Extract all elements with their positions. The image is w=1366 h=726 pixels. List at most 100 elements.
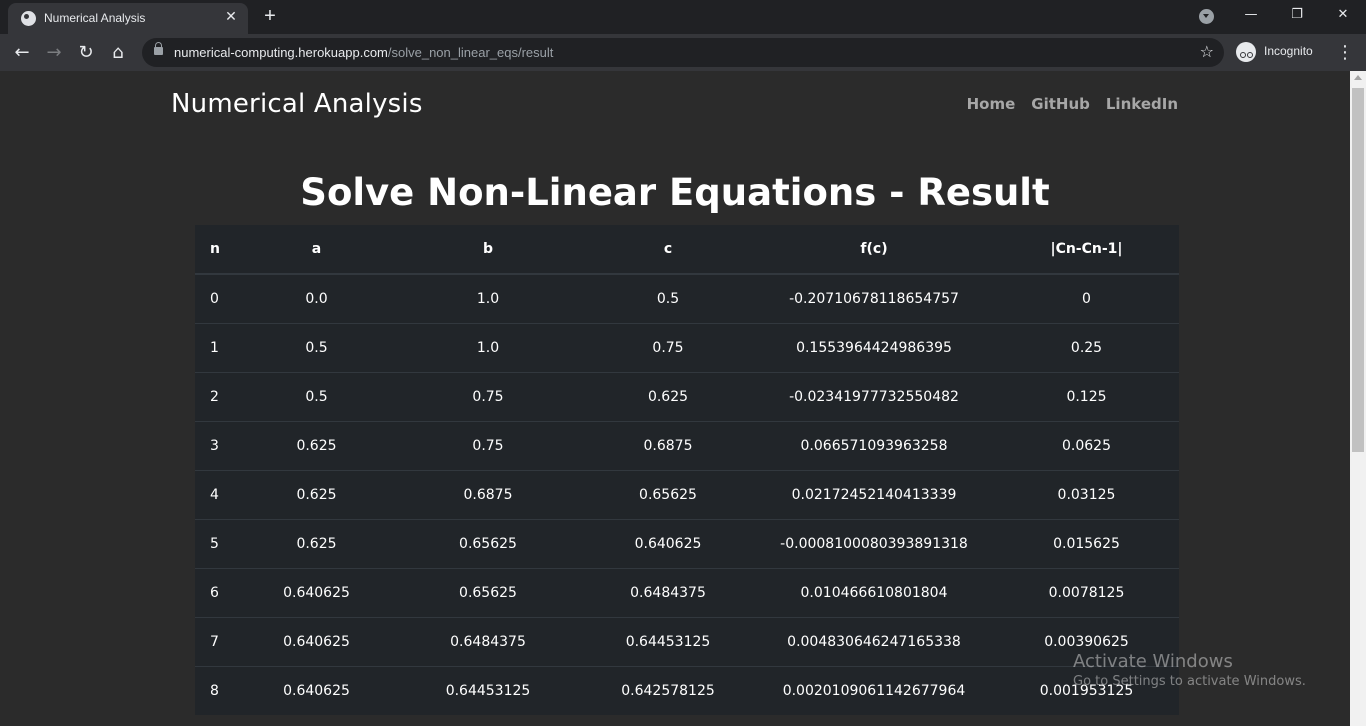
cell-fc: 0.02172452140413339 — [754, 469, 994, 519]
vertical-scrollbar[interactable] — [1350, 71, 1366, 726]
cell-diff: 0.0078125 — [994, 567, 1179, 617]
cell-c: 0.640625 — [582, 518, 754, 568]
cell-n: 6 — [195, 567, 239, 617]
nav-link-linkedin[interactable]: LinkedIn — [1106, 95, 1178, 113]
cell-n: 7 — [195, 616, 239, 666]
cell-diff: 0.125 — [994, 371, 1179, 421]
cell-c: 0.5 — [582, 273, 754, 323]
cell-b: 1.0 — [394, 273, 582, 323]
cell-b: 0.6875 — [394, 469, 582, 519]
cell-c: 0.75 — [582, 322, 754, 372]
cell-a: 0.625 — [239, 518, 394, 568]
cell-n: 3 — [195, 420, 239, 470]
watermark-subtitle: Go to Settings to activate Windows. — [1073, 674, 1306, 689]
browser-toolbar: ← → ↻ ⌂ numerical-computing.herokuapp.co… — [0, 34, 1366, 71]
site-nav: Home GitHub LinkedIn — [967, 95, 1178, 113]
home-button[interactable]: ⌂ — [105, 40, 131, 66]
cell-fc: 0.004830646247165338 — [754, 616, 994, 666]
cell-fc: 0.066571093963258 — [754, 420, 994, 470]
restore-button[interactable]: ❐ — [1274, 0, 1320, 30]
close-tab-icon[interactable]: ✕ — [222, 8, 240, 26]
cell-c: 0.642578125 — [582, 665, 754, 715]
table-row: 1 0.5 1.0 0.75 0.1553964424986395 0.25 — [195, 322, 1179, 372]
cell-c: 0.6484375 — [582, 567, 754, 617]
cell-b: 0.75 — [394, 371, 582, 421]
page-title: Solve Non-Linear Equations - Result — [300, 171, 1050, 214]
cell-n: 0 — [195, 273, 239, 323]
table-row: 5 0.625 0.65625 0.640625 -0.0008100080393891… — [195, 518, 1179, 568]
results-table-body: 0 0.0 1.0 0.5 -0.20710678118654757 0 1 0.5 1.0 0.… — [195, 273, 1179, 715]
globe-icon — [21, 11, 36, 26]
close-window-button[interactable]: ✕ — [1320, 0, 1366, 30]
nav-link-github[interactable]: GitHub — [1031, 95, 1090, 113]
browser-menu-icon[interactable]: ⋮ — [1333, 40, 1357, 66]
cell-fc: 0.010466610801804 — [754, 567, 994, 617]
browser-tab-bar: Numerical Analysis ✕ + — ❐ ✕ — [0, 0, 1366, 34]
scroll-up-arrow-icon[interactable] — [1354, 75, 1362, 80]
cell-b: 0.75 — [394, 420, 582, 470]
incognito-label: Incognito — [1264, 44, 1313, 58]
windows-activation-watermark: Activate Windows Go to Settings to activ… — [1073, 651, 1306, 689]
cell-b: 0.65625 — [394, 518, 582, 568]
cell-fc: 0.1553964424986395 — [754, 322, 994, 372]
cell-fc: -0.0008100080393891318 — [754, 518, 994, 568]
cell-c: 0.625 — [582, 371, 754, 421]
cell-n: 4 — [195, 469, 239, 519]
incognito-icon — [1236, 42, 1256, 62]
cell-b: 0.64453125 — [394, 665, 582, 715]
bookmark-star-icon[interactable]: ☆ — [1200, 42, 1214, 61]
cell-fc: -0.02341977732550482 — [754, 371, 994, 421]
table-row: 7 0.640625 0.6484375 0.64453125 0.0048306462… — [195, 616, 1179, 666]
header-a: a — [239, 225, 394, 275]
cell-n: 5 — [195, 518, 239, 568]
cell-fc: 0.0020109061142677964 — [754, 665, 994, 715]
header-b: b — [394, 225, 582, 275]
scroll-thumb[interactable] — [1352, 88, 1364, 452]
table-row: 6 0.640625 0.65625 0.6484375 0.0104666108018… — [195, 567, 1179, 617]
back-button[interactable]: ← — [9, 40, 35, 66]
header-c: c — [582, 225, 754, 275]
cell-n: 1 — [195, 322, 239, 372]
cell-diff: 0.015625 — [994, 518, 1179, 568]
cell-a: 0.5 — [239, 371, 394, 421]
cell-a: 0.625 — [239, 420, 394, 470]
cell-c: 0.64453125 — [582, 616, 754, 666]
cell-c: 0.6875 — [582, 420, 754, 470]
table-row: 0 0.0 1.0 0.5 -0.20710678118654757 0 — [195, 273, 1179, 323]
cell-diff: 0 — [994, 273, 1179, 323]
cell-diff: 0.03125 — [994, 469, 1179, 519]
cell-n: 8 — [195, 665, 239, 715]
url-host: numerical-computing.herokuapp.com — [174, 45, 388, 60]
address-bar[interactable]: numerical-computing.herokuapp.com/solve_… — [142, 38, 1224, 67]
cell-b: 0.65625 — [394, 567, 582, 617]
minimize-button[interactable]: — — [1228, 0, 1274, 30]
nav-link-home[interactable]: Home — [967, 95, 1016, 113]
cell-c: 0.65625 — [582, 469, 754, 519]
cell-b: 0.6484375 — [394, 616, 582, 666]
tab-search-icon[interactable] — [1199, 9, 1214, 24]
cell-a: 0.5 — [239, 322, 394, 372]
header-fc: f(c) — [754, 225, 994, 275]
browser-tab[interactable]: Numerical Analysis ✕ — [8, 3, 248, 34]
cell-diff: 0.0625 — [994, 420, 1179, 470]
table-header-row: n a b c f(c) |Cn-Cn-1| — [195, 225, 1179, 275]
cell-a: 0.640625 — [239, 616, 394, 666]
lock-icon[interactable] — [154, 42, 163, 55]
tab-title: Numerical Analysis — [44, 11, 146, 25]
incognito-indicator[interactable]: Incognito — [1233, 39, 1325, 65]
new-tab-button[interactable]: + — [258, 5, 282, 29]
table-row: 4 0.625 0.6875 0.65625 0.02172452140413339 0.… — [195, 469, 1179, 519]
url-text[interactable]: numerical-computing.herokuapp.com/solve_… — [174, 45, 553, 60]
forward-button[interactable]: → — [41, 40, 67, 66]
reload-button[interactable]: ↻ — [73, 40, 99, 66]
watermark-title: Activate Windows — [1073, 651, 1233, 672]
site-brand[interactable]: Numerical Analysis — [171, 89, 423, 119]
cell-b: 1.0 — [394, 322, 582, 372]
cell-a: 0.0 — [239, 273, 394, 323]
table-row: 2 0.5 0.75 0.625 -0.02341977732550482 0.125 — [195, 371, 1179, 421]
cell-a: 0.640625 — [239, 665, 394, 715]
page-viewport: Numerical Analysis Home GitHub LinkedIn … — [0, 71, 1350, 726]
results-table: n a b c f(c) |Cn-Cn-1| 0 0.0 1.0 0.5 -0.2071… — [195, 225, 1179, 715]
table-row: 3 0.625 0.75 0.6875 0.066571093963258 0.0625 — [195, 420, 1179, 470]
header-n: n — [195, 225, 239, 275]
